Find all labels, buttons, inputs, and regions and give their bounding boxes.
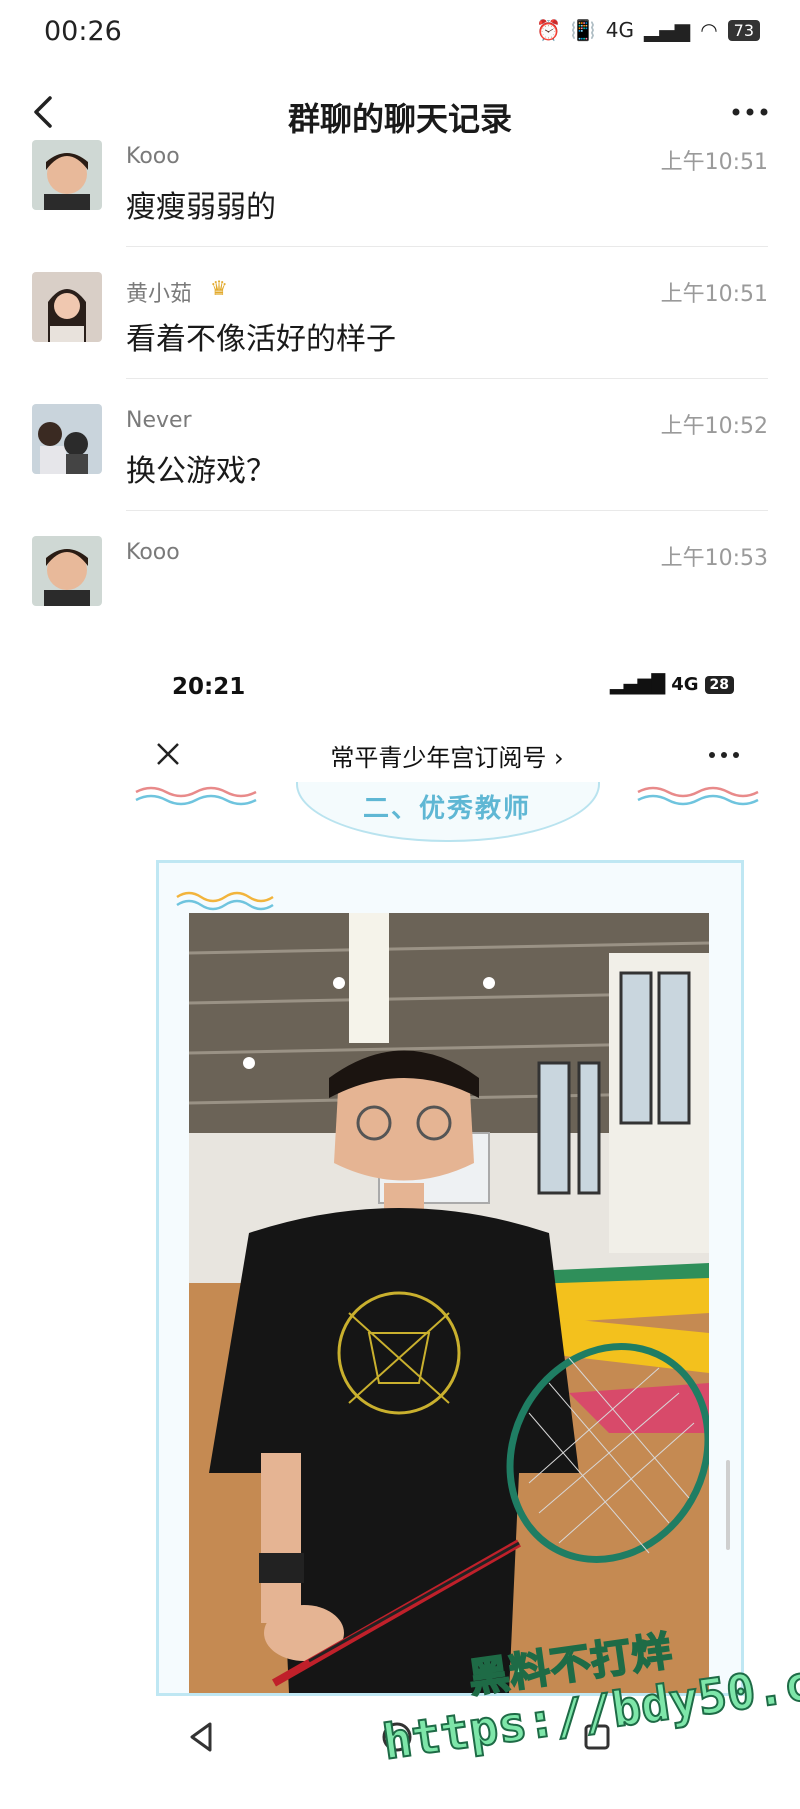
divider	[126, 378, 768, 379]
signal-icon: ▂▄▆	[644, 18, 691, 42]
wifi-icon: ◠	[700, 18, 718, 42]
avatar[interactable]	[32, 140, 102, 210]
message-time: 上午10:52	[660, 414, 768, 439]
sender-name: 黄小茹	[126, 282, 193, 307]
message-text: 瘦瘦弱弱的	[126, 190, 276, 225]
chat-message[interactable]: Kooo 上午10:51 瘦瘦弱弱的	[0, 140, 800, 270]
sender-name: Kooo	[126, 144, 180, 169]
message-time: 上午10:53	[660, 546, 768, 571]
section-banner: 二、优秀教师	[126, 782, 768, 852]
crown-icon: ♛	[210, 276, 228, 300]
vibrate-icon: 📳	[570, 18, 596, 42]
shot-status-time: 20:21	[172, 674, 246, 700]
battery-level: 73	[727, 19, 760, 41]
avatar[interactable]	[32, 536, 102, 606]
message-text: 看着不像活好的样子	[126, 322, 396, 357]
shot-network-label: 4G	[671, 674, 699, 695]
message-text: 换公游戏？	[126, 454, 276, 489]
network-label: 4G	[605, 18, 635, 42]
divider	[126, 510, 768, 511]
status-time: 00:26	[44, 16, 122, 47]
shot-title: 常平青少年宫订阅号 ›	[330, 744, 564, 772]
shot-battery-level: 28	[704, 675, 734, 694]
shot-nav-bar: 常平青少年宫订阅号 ›	[126, 720, 768, 790]
divider	[126, 246, 768, 247]
sender-name: Never	[126, 408, 192, 433]
more-options-icon[interactable]	[728, 102, 772, 122]
chat-message[interactable]: 黄小茹 ♛ 上午10:51 看着不像活好的样子	[0, 272, 800, 402]
teacher-photo	[189, 913, 709, 1693]
chat-message[interactable]: Kooo 上午10:53	[0, 536, 800, 656]
message-time: 上午10:51	[660, 150, 768, 175]
photo-frame	[156, 860, 744, 1696]
avatar[interactable]	[32, 404, 102, 474]
status-bar: 00:26 ⏰ 📳 4G ▂▄▆ ◠ 73	[0, 0, 800, 62]
page-title: 群聊的聊天记录	[287, 100, 512, 138]
nav-back-icon[interactable]	[186, 1720, 216, 1754]
shot-more-icon	[709, 752, 739, 758]
sender-name: Kooo	[126, 540, 180, 565]
shared-screenshot[interactable]: 20:21 ▂▄▆█ 4G 28 常平青少年宫订阅号 › 二、优秀教师	[126, 660, 768, 1700]
avatar[interactable]	[32, 272, 102, 342]
message-time: 上午10:51	[660, 282, 768, 307]
status-icons: ⏰ 📳 4G ▂▄▆ ◠ 73	[536, 18, 760, 42]
shot-status-icons: ▂▄▆█ 4G 28	[610, 674, 734, 695]
shot-signal-icon: ▂▄▆█	[609, 674, 666, 695]
chat-message[interactable]: Never 上午10:52 换公游戏？	[0, 404, 800, 534]
scrollbar[interactable]	[726, 1460, 730, 1550]
section-label: 二、优秀教师	[362, 794, 531, 824]
alarm-icon: ⏰	[535, 18, 561, 42]
